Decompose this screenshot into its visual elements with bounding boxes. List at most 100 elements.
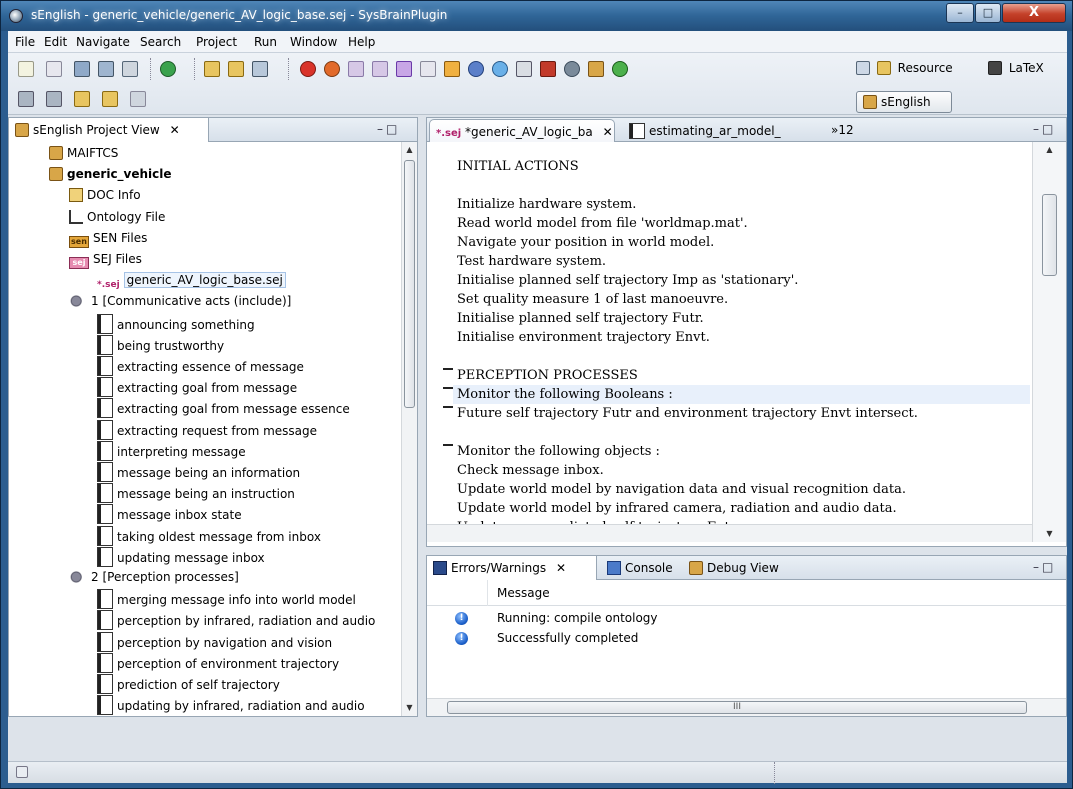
next-annotation-icon[interactable]: [18, 91, 34, 107]
tree-item[interactable]: announcing something: [97, 313, 255, 335]
tree-item[interactable]: merging message info into world model: [97, 589, 356, 610]
tab-generic-av-logic[interactable]: *.sej *generic_AV_logic_ba ✕: [429, 119, 615, 142]
new-icon[interactable]: [18, 61, 34, 77]
tree-item[interactable]: updating message inbox: [97, 546, 265, 568]
editor-line[interactable]: Initialise planned self trajectory Imp a…: [457, 271, 798, 290]
editor-horizontal-scrollbar[interactable]: [427, 524, 1032, 542]
tree-item[interactable]: perception by infrared, radiation and au…: [97, 610, 375, 631]
wand-icon[interactable]: [252, 61, 268, 77]
m-file-icon[interactable]: [444, 61, 460, 77]
table-row[interactable]: ! Running: compile ontology: [427, 609, 1066, 629]
menu-file[interactable]: File: [15, 35, 35, 49]
tree-item[interactable]: interpreting message: [97, 440, 246, 462]
globe-icon[interactable]: [468, 61, 484, 77]
close-tab-icon[interactable]: ✕: [603, 125, 613, 139]
tree-item[interactable]: sen SEN Files: [69, 229, 147, 250]
menu-run[interactable]: Run: [254, 35, 277, 49]
scroll-down-icon[interactable]: ▼: [402, 700, 417, 716]
step-icon[interactable]: [516, 61, 532, 77]
menu-window[interactable]: Window: [290, 35, 337, 49]
tree-item[interactable]: perception by navigation and vision: [97, 631, 332, 653]
editor-line[interactable]: Update world model by infrared camera, r…: [457, 499, 897, 518]
editor-line[interactable]: Initialise planned self trajectory Futr.: [457, 309, 704, 328]
errors-minmax-icon[interactable]: –□: [1033, 560, 1056, 574]
tree-item[interactable]: perception of environment trajectory: [97, 652, 339, 674]
tree-item[interactable]: DOC Info: [69, 186, 141, 207]
perspective-senglish[interactable]: sEnglish: [856, 91, 952, 113]
editor-line[interactable]: Monitor the following Booleans :: [457, 385, 673, 404]
view-minmax-icon[interactable]: –□: [377, 122, 400, 136]
scroll-up-icon[interactable]: ▲: [1033, 142, 1066, 158]
close-button[interactable]: X: [1002, 3, 1066, 23]
scroll-down-icon[interactable]: ▼: [1033, 526, 1066, 542]
perspective-resource[interactable]: Resource: [856, 61, 953, 75]
tree-item[interactable]: updating by infrared, radiation and audi…: [97, 695, 365, 716]
menu-help[interactable]: Help: [348, 35, 375, 49]
sep-check-icon[interactable]: [348, 61, 364, 77]
editor-line[interactable]: Read world model from file 'worldmap.mat…: [457, 214, 748, 233]
maximize-button[interactable]: □: [975, 3, 1001, 23]
agent-icon[interactable]: [564, 61, 580, 77]
scroll-thumb[interactable]: [1042, 194, 1057, 276]
menu-navigate[interactable]: Navigate: [76, 35, 130, 49]
tree-item[interactable]: extracting essence of message: [97, 356, 304, 377]
compile-icon[interactable]: [324, 61, 340, 77]
editor-line[interactable]: Initialize hardware system.: [457, 195, 636, 214]
tab-errors-warnings[interactable]: Errors/Warnings ✕: [427, 556, 597, 580]
asep-icon[interactable]: [396, 61, 412, 77]
tab-estimating-ar-model[interactable]: estimating_ar_model_: [623, 118, 813, 142]
open-project-icon[interactable]: [228, 61, 244, 77]
prev-annotation-icon[interactable]: [46, 91, 62, 107]
editor-line[interactable]: Initialise environment trajectory Envt.: [457, 328, 710, 347]
editor-line[interactable]: Future self trajectory Futr and environm…: [457, 404, 918, 423]
tree-item[interactable]: message inbox state: [97, 504, 242, 525]
editor-line[interactable]: Set quality measure 1 of last manoeuvre.: [457, 290, 728, 309]
editor-line[interactable]: PERCEPTION PROCESSES: [457, 366, 638, 385]
editor-minmax-icon[interactable]: –□: [1033, 122, 1056, 136]
editor-line[interactable]: Test hardware system.: [457, 252, 606, 271]
tree-item[interactable]: *.sej generic_AV_logic_base.sej: [97, 271, 286, 292]
tree-item[interactable]: generic_vehicle: [49, 165, 172, 186]
sej-check-icon[interactable]: [372, 61, 388, 77]
tree-item[interactable]: 1 [Communicative acts (include)]: [69, 292, 291, 313]
senglish-book-icon[interactable]: [588, 61, 604, 77]
editor-line[interactable]: Navigate your position in world model.: [457, 233, 714, 252]
editor-line[interactable]: Update world model by navigation data an…: [457, 480, 906, 499]
web-icon[interactable]: [492, 61, 508, 77]
errors-horizontal-scrollbar[interactable]: III: [427, 698, 1066, 716]
tree-item[interactable]: message being an information: [97, 462, 300, 483]
tab-console[interactable]: Console: [601, 556, 681, 580]
tab-debug-view[interactable]: Debug View: [683, 556, 793, 580]
menu-search[interactable]: Search: [140, 35, 181, 49]
last-edit-icon[interactable]: [74, 91, 90, 107]
run-icon[interactable]: [160, 61, 176, 77]
help-icon[interactable]: [612, 61, 628, 77]
fast-view-icon[interactable]: [16, 766, 28, 778]
tab-project-view[interactable]: sEnglish Project View ✕: [9, 118, 209, 142]
editor-line[interactable]: Monitor the following objects :: [457, 442, 660, 461]
tree-item[interactable]: extracting goal from message: [97, 377, 297, 398]
print-icon[interactable]: [122, 61, 138, 77]
editor-line[interactable]: Check message inbox.: [457, 461, 604, 480]
tree-vertical-scrollbar[interactable]: ▲ ▼: [401, 142, 417, 716]
menu-edit[interactable]: Edit: [44, 35, 67, 49]
open-folder-icon[interactable]: [204, 61, 220, 77]
tree-item[interactable]: extracting goal from message essence: [97, 398, 350, 419]
table-row[interactable]: ! Successfully completed: [427, 629, 1066, 649]
perspective-latex[interactable]: LaTeX: [988, 61, 1044, 75]
editor-vertical-scrollbar[interactable]: ▲ ▼: [1032, 142, 1066, 542]
message-column-header[interactable]: Message: [497, 586, 550, 600]
close-tab-icon[interactable]: ✕: [170, 123, 180, 137]
tree-item[interactable]: MAIFTCS: [49, 144, 118, 165]
save-all-icon[interactable]: [98, 61, 114, 77]
editor-text-area[interactable]: INITIAL ACTIONS Initialize hardware syste…: [427, 142, 1030, 542]
save-icon[interactable]: [74, 61, 90, 77]
debug-icon[interactable]: [540, 61, 556, 77]
scroll-up-icon[interactable]: ▲: [402, 142, 417, 158]
title-bar[interactable]: sEnglish - generic_vehicle/generic_AV_lo…: [1, 1, 1072, 31]
new-wizard-icon[interactable]: [46, 61, 62, 77]
tree-item[interactable]: prediction of self trajectory: [97, 674, 280, 695]
editor-line[interactable]: INITIAL ACTIONS: [457, 157, 579, 176]
forward-icon[interactable]: [130, 91, 146, 107]
scroll-thumb[interactable]: III: [447, 701, 1027, 714]
